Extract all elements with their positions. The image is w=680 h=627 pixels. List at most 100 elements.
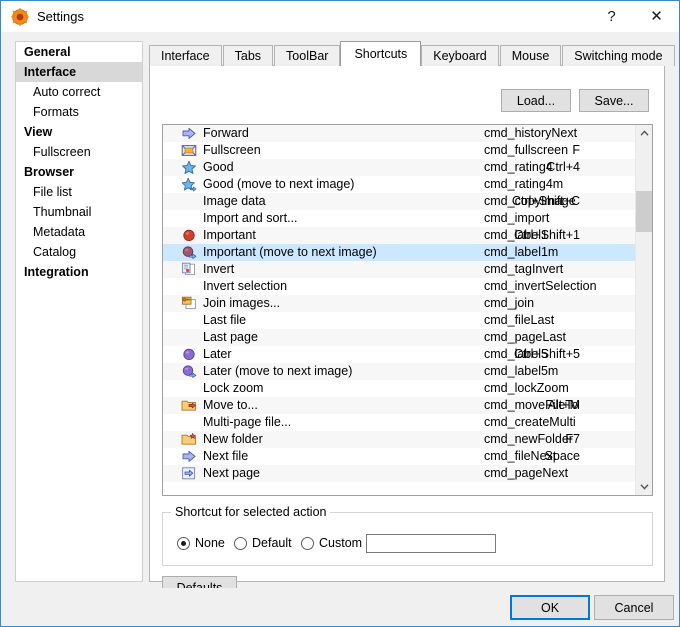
table-row[interactable]: Later (move to next image) cmd_label5m xyxy=(163,363,636,380)
sidebar-item-auto-correct[interactable]: Auto correct xyxy=(16,82,142,102)
cancel-button[interactable]: Cancel xyxy=(594,595,674,620)
join-images-icon xyxy=(181,296,197,311)
shortcut-action-name: Good (move to next image) xyxy=(203,177,355,191)
tab-switching-mode[interactable]: Switching mode xyxy=(562,45,675,66)
shortcut-action-name: Last page xyxy=(203,330,258,344)
scroll-up-icon[interactable] xyxy=(636,125,652,142)
tab-shortcuts[interactable]: Shortcuts xyxy=(340,41,422,66)
vertical-scrollbar[interactable] xyxy=(635,125,652,495)
tab-keyboard[interactable]: Keyboard xyxy=(421,45,499,66)
table-row[interactable]: New folder F7 cmd_newFolder xyxy=(163,431,636,448)
table-row[interactable]: Move to... Alt+M cmd_moveFileTo xyxy=(163,397,636,414)
table-row[interactable]: Image data Ctrl+Shift+C cmd_copyImage xyxy=(163,193,636,210)
sidebar-item-general[interactable]: General xyxy=(16,42,142,62)
sidebar-item-fullscreen[interactable]: Fullscreen xyxy=(16,142,142,162)
scrollbar-thumb[interactable] xyxy=(636,191,652,232)
shortcut-command: cmd_label5 xyxy=(484,347,548,361)
tab-interface[interactable]: Interface xyxy=(149,45,222,66)
ok-button[interactable]: OK xyxy=(510,595,590,620)
table-row[interactable]: Invert selection cmd_invertSelection xyxy=(163,278,636,295)
settings-dialog: Settings ? ✕ General Interface Auto correc… xyxy=(0,0,680,627)
right-arrow-icon xyxy=(181,126,197,141)
sidebar-item-metadata[interactable]: Metadata xyxy=(16,222,142,242)
sidebar-item-label: Integration xyxy=(24,265,89,279)
shortcut-command: cmd_join xyxy=(484,296,535,310)
tab-tabs[interactable]: Tabs xyxy=(222,45,274,66)
radio-none[interactable]: None xyxy=(177,536,225,550)
shortcut-command: cmd_rating4m xyxy=(484,177,564,191)
table-row[interactable]: Last file cmd_fileLast xyxy=(163,312,636,329)
group-legend: Shortcut for selected action xyxy=(171,505,331,519)
window-title: Settings xyxy=(37,9,84,24)
shortcut-action-name: Next file xyxy=(203,449,249,463)
shortcut-command: cmd_invertSelection xyxy=(484,279,597,293)
table-row[interactable]: Forward cmd_historyNext xyxy=(163,125,636,142)
shortcut-action-name: New folder xyxy=(203,432,263,446)
close-button[interactable]: ✕ xyxy=(634,1,679,31)
tab-label: Tabs xyxy=(234,49,262,63)
purple-dot-next-icon xyxy=(181,364,197,379)
shortcut-command: cmd_pageLast xyxy=(484,330,567,344)
sidebar-item-thumbnail[interactable]: Thumbnail xyxy=(16,202,142,222)
tab-mouse[interactable]: Mouse xyxy=(499,45,562,66)
shortcut-command: cmd_fullscreen xyxy=(484,143,569,157)
shortcut-command: cmd_historyNext xyxy=(484,126,578,140)
table-row[interactable]: Good (move to next image) cmd_rating4m xyxy=(163,176,636,193)
shortcut-command: cmd_createMulti xyxy=(484,415,576,429)
table-row[interactable]: Next file Space cmd_fileNext xyxy=(163,448,636,465)
sidebar-item-formats[interactable]: Formats xyxy=(16,102,142,122)
sidebar-item-catalog[interactable]: Catalog xyxy=(16,242,142,262)
help-button[interactable]: ? xyxy=(589,1,634,31)
sidebar-item-label: Metadata xyxy=(33,225,86,239)
sidebar-item-view[interactable]: View xyxy=(16,122,142,142)
table-row[interactable]: Later Ctrl+Shift+5 cmd_label5 xyxy=(163,346,636,363)
sidebar-item-interface[interactable]: Interface xyxy=(16,62,142,82)
title-bar: Settings ? ✕ xyxy=(1,1,679,32)
new-folder-icon xyxy=(181,432,197,447)
table-row[interactable]: Lock zoom cmd_lockZoom xyxy=(163,380,636,397)
table-row[interactable]: Fullscreen Fcmd_fullscreen xyxy=(163,142,636,159)
table-row[interactable]: Good Ctrl+4 cmd_rating4 xyxy=(163,159,636,176)
shortcut-action-name: Invert selection xyxy=(203,279,288,293)
table-row[interactable]: Multi-page file... cmd_createMulti xyxy=(163,414,636,431)
shortcut-command: cmd_fileNext xyxy=(484,449,557,463)
table-row[interactable]: Important Ctrl+Shift+1 cmd_label1 xyxy=(163,227,636,244)
radio-default[interactable]: Default xyxy=(234,536,292,550)
tab-label: Switching mode xyxy=(574,49,663,63)
shortcut-action-name: Join images... xyxy=(203,296,281,310)
table-row[interactable]: Next page cmd_pageNext xyxy=(163,465,636,482)
settings-gear-icon xyxy=(11,8,29,26)
red-dot-icon xyxy=(181,228,197,243)
radio-custom[interactable]: Custom xyxy=(301,536,362,550)
table-row[interactable]: Important (move to next image) cmd_label1… xyxy=(163,244,636,261)
table-row[interactable]: Join images... cmd_join xyxy=(163,295,636,312)
sidebar-item-browser[interactable]: Browser xyxy=(16,162,142,182)
shortcut-action-name: Image data xyxy=(203,194,266,208)
shortcut-command: cmd_lockZoom xyxy=(484,381,569,395)
shortcut-list[interactable]: Forward cmd_historyNext Fullscreen Fcmd_ful… xyxy=(162,124,653,496)
shortcut-action-name: Multi-page file... xyxy=(203,415,292,429)
sidebar-item-integration[interactable]: Integration xyxy=(16,262,142,282)
load-button[interactable]: Load... xyxy=(501,89,571,112)
tab-label: Interface xyxy=(161,49,210,63)
shortcut-action-name: Important (move to next image) xyxy=(203,245,377,259)
sidebar-item-label: General xyxy=(24,45,71,59)
sidebar-item-label: Interface xyxy=(24,65,77,79)
table-row[interactable]: Invert cmd_tagInvert xyxy=(163,261,636,278)
table-row[interactable]: Import and sort... cmd_import xyxy=(163,210,636,227)
tab-toolbar[interactable]: ToolBar xyxy=(274,45,341,66)
shortcut-action-name: Next page xyxy=(203,466,260,480)
table-row[interactable]: Last page cmd_pageLast xyxy=(163,329,636,346)
sidebar-item-label: Fullscreen xyxy=(33,145,91,159)
sidebar-item-label: Thumbnail xyxy=(33,205,92,219)
scroll-down-icon[interactable] xyxy=(636,478,652,495)
radio-none-dot xyxy=(177,536,190,550)
sidebar-item-file-list[interactable]: File list xyxy=(16,182,142,202)
save-button[interactable]: Save... xyxy=(579,89,649,112)
radio-default-dot xyxy=(234,536,247,550)
purple-dot-icon xyxy=(181,347,197,362)
sidebar-item-label: View xyxy=(24,125,53,139)
custom-shortcut-input[interactable] xyxy=(366,534,496,553)
sidebar-item-label: Browser xyxy=(24,165,75,179)
settings-category-list[interactable]: General Interface Auto correct Formats View F… xyxy=(15,41,143,582)
